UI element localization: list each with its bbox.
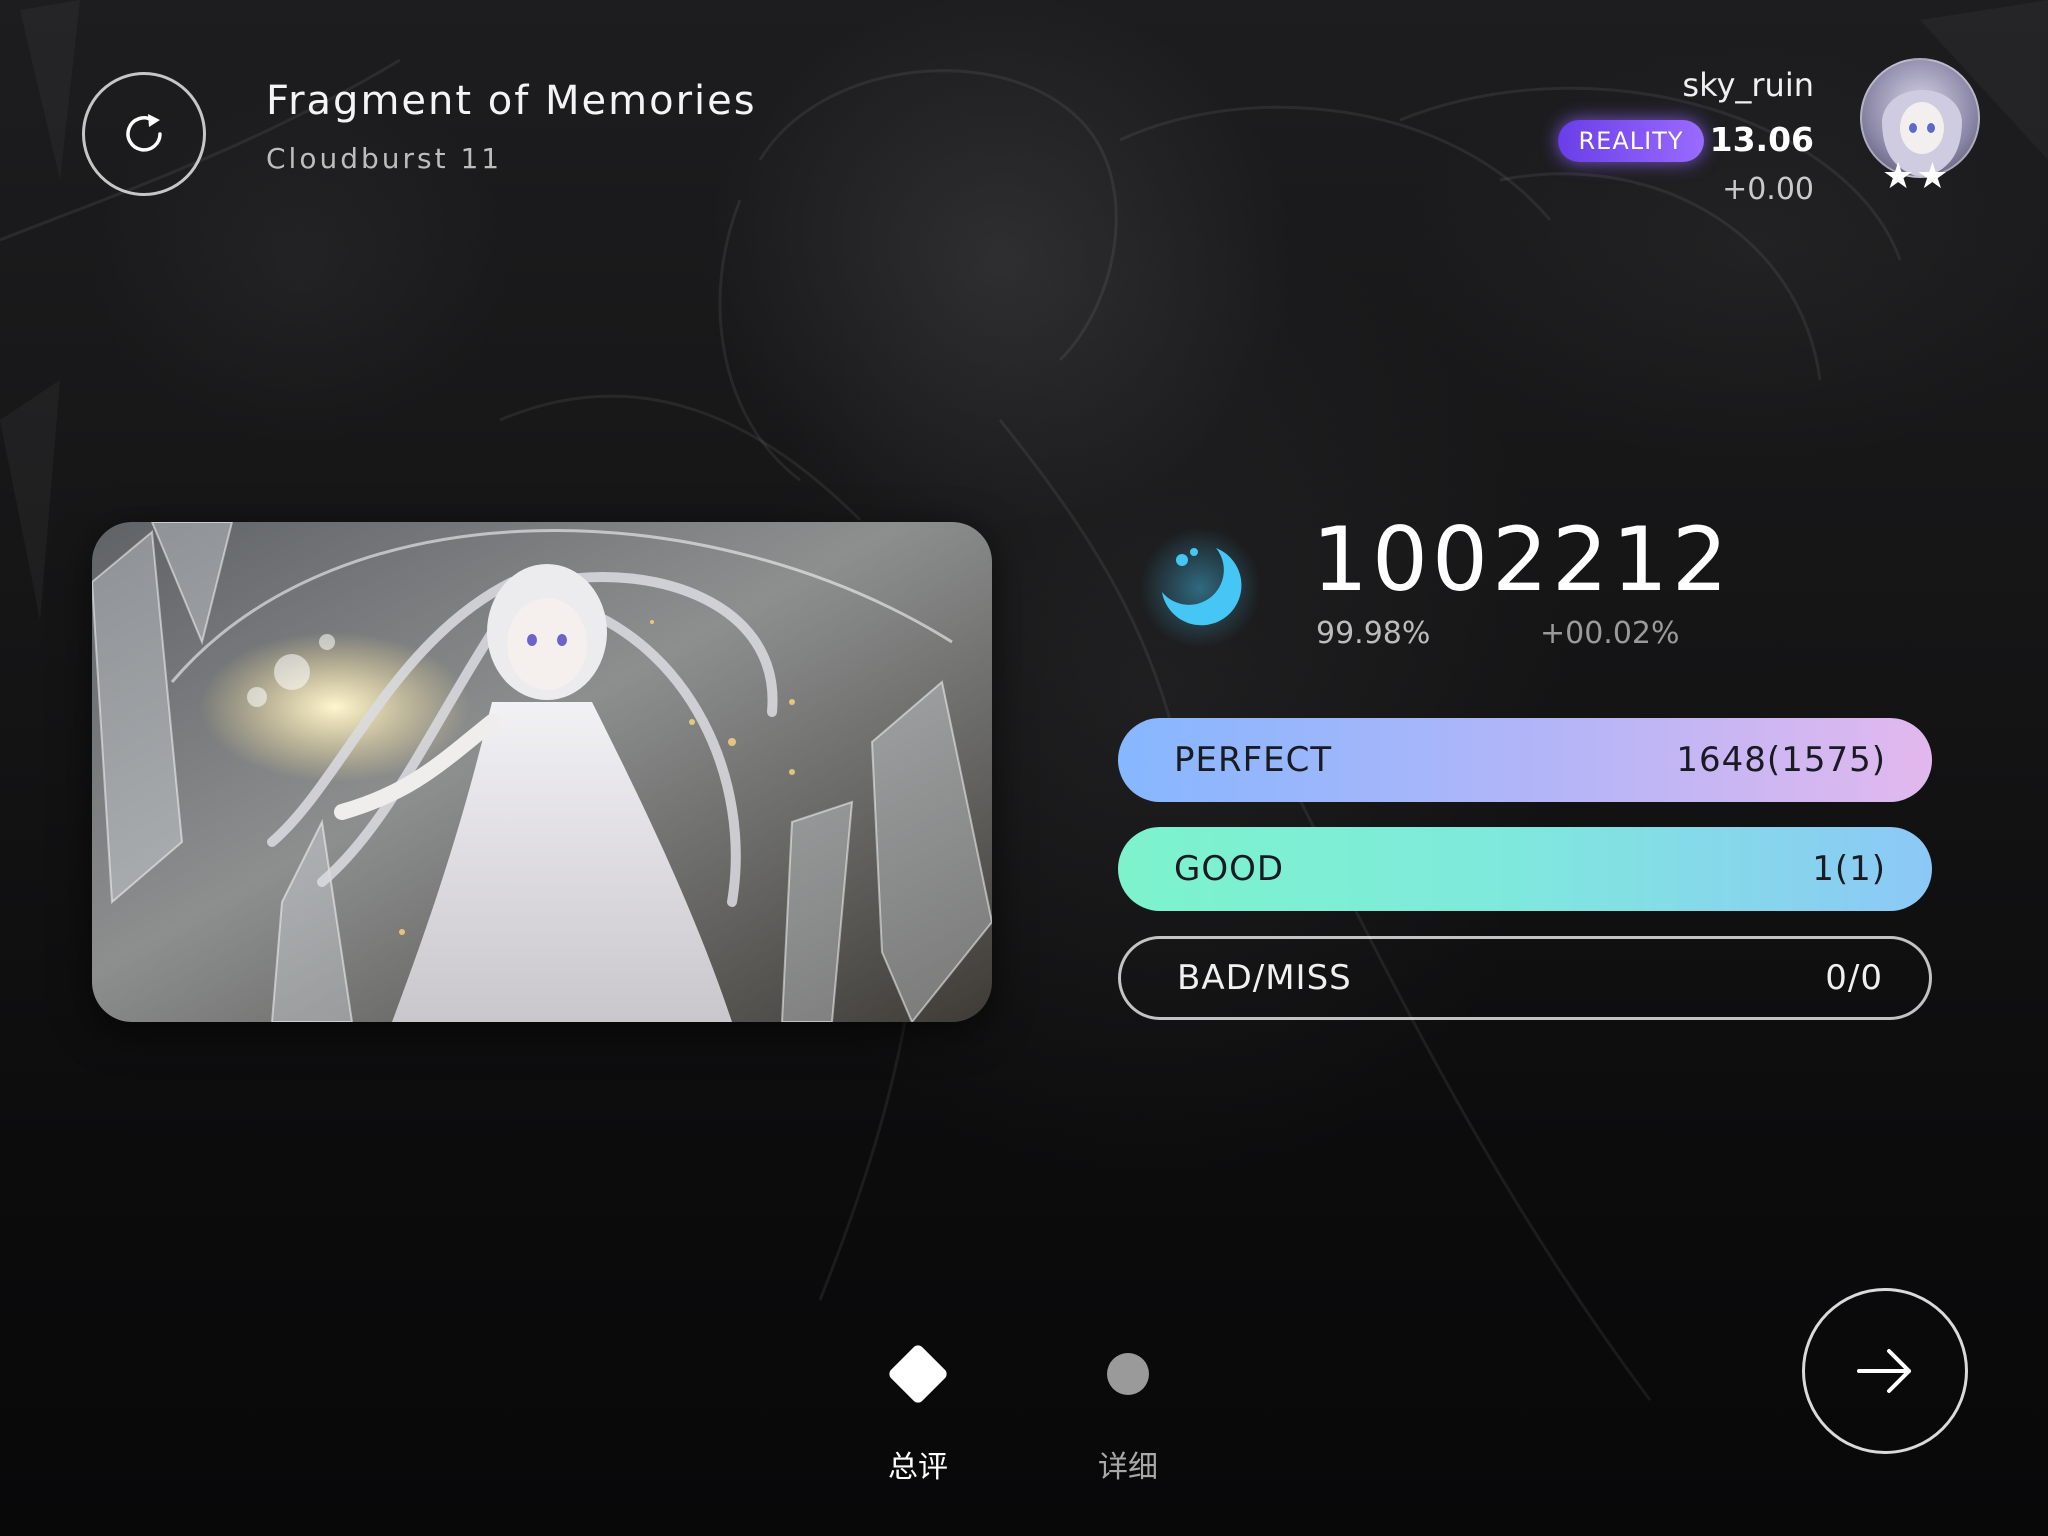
rank-badge: REALITY [1558, 120, 1704, 162]
crescent-moon-icon [1140, 528, 1260, 648]
tab-detail[interactable]: 详细 [1068, 1332, 1188, 1486]
song-title: Fragment of Memories [266, 78, 757, 124]
judgement-badmiss: BAD/MISS 0/0 [1118, 936, 1932, 1020]
perfect-label: PERFECT [1174, 740, 1333, 780]
good-label: GOOD [1174, 849, 1285, 889]
badmiss-count: 0/0 [1825, 958, 1883, 998]
judgement-perfect: PERFECT 1648(1575) [1118, 718, 1932, 802]
rks-delta: +0.00 [1722, 172, 1814, 207]
good-count: 1(1) [1812, 849, 1886, 889]
player-name: sky_ruin [1682, 66, 1814, 104]
next-button[interactable] [1802, 1288, 1968, 1454]
retry-button[interactable] [82, 72, 206, 196]
tab-summary[interactable]: 总评 [858, 1332, 978, 1486]
diamond-icon [889, 1345, 947, 1403]
arrow-right-icon [1857, 1349, 1911, 1393]
song-illustration [92, 522, 992, 1022]
perfect-count: 1648(1575) [1676, 740, 1886, 780]
accuracy-delta: +00.02% [1540, 616, 1680, 651]
dot-icon [1107, 1353, 1149, 1395]
badmiss-label: BAD/MISS [1177, 958, 1352, 998]
judgement-good: GOOD 1(1) [1118, 827, 1932, 911]
rks-value: 13.06 [1709, 120, 1814, 159]
avatar-stars: ★★ [1882, 156, 1951, 197]
tab-summary-label: 总评 [888, 1450, 948, 1485]
score: 1002212 [1312, 508, 1732, 611]
song-difficulty: Cloudburst 11 [266, 142, 503, 175]
accuracy: 99.98% [1316, 616, 1431, 651]
retry-icon [126, 114, 162, 152]
tab-detail-label: 详细 [1098, 1450, 1158, 1485]
